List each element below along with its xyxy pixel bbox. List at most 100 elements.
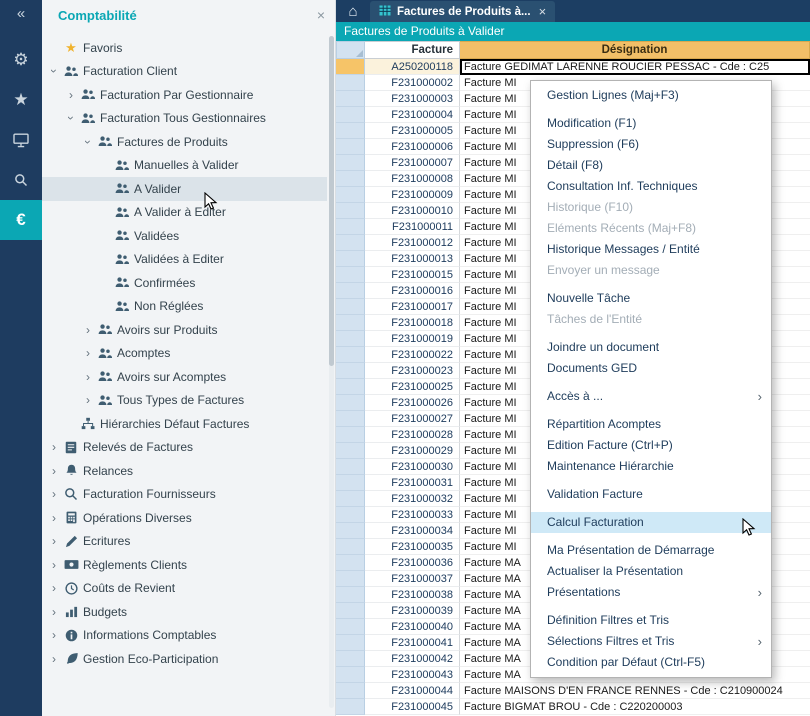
row-selector-cell[interactable] xyxy=(336,75,365,91)
menu-item-repartition-acomptes[interactable]: Répartition Acomptes xyxy=(531,414,771,435)
menu-item-calcul-facturation[interactable]: Calcul Facturation xyxy=(531,512,771,533)
menu-item-acces-a[interactable]: Accès à ...› xyxy=(531,386,771,407)
row-selector-cell[interactable] xyxy=(336,59,365,75)
search-icon[interactable] xyxy=(0,160,42,200)
row-selector-cell[interactable] xyxy=(336,91,365,107)
row-selector-cell[interactable] xyxy=(336,459,365,475)
row-selector-cell[interactable] xyxy=(336,219,365,235)
row-selector-cell[interactable] xyxy=(336,619,365,635)
scrollbar-thumb[interactable] xyxy=(329,36,334,366)
settings-icon[interactable]: ⚙ xyxy=(0,40,42,80)
sidebar-item-a-valider[interactable]: A Valider xyxy=(42,177,327,201)
sidebar-item-validees[interactable]: Validées xyxy=(42,224,327,248)
chevron-right-icon[interactable]: › xyxy=(80,393,96,407)
menu-item-validation-facture[interactable]: Validation Facture xyxy=(531,484,771,505)
sidebar-scrollbar[interactable] xyxy=(329,36,334,708)
chevron-right-icon[interactable]: › xyxy=(46,558,62,572)
row-selector-cell[interactable] xyxy=(336,315,365,331)
chevron-right-icon[interactable]: › xyxy=(46,511,62,525)
menu-item-modification-f1[interactable]: Modification (F1) xyxy=(531,113,771,134)
chevron-down-icon[interactable]: › xyxy=(47,63,61,79)
row-selector-cell[interactable] xyxy=(336,123,365,139)
table-row[interactable]: A250200118Facture GEDIMAT LARENNE ROUCIE… xyxy=(336,59,810,75)
sidebar-item-avoirs-sur-produits[interactable]: ›Avoirs sur Produits xyxy=(42,318,327,342)
menu-item-presentations[interactable]: Présentations› xyxy=(531,582,771,603)
chevron-right-icon[interactable]: › xyxy=(46,605,62,619)
menu-item-definition-filtres-et-tris[interactable]: Définition Filtres et Tris xyxy=(531,610,771,631)
row-selector-cell[interactable] xyxy=(336,651,365,667)
row-selector-cell[interactable] xyxy=(336,187,365,203)
menu-item-suppression-f6[interactable]: Suppression (F6) xyxy=(531,134,771,155)
menu-item-detail-f8[interactable]: Détail (F8) xyxy=(531,155,771,176)
chevron-down-icon[interactable]: › xyxy=(81,134,95,150)
row-selector-cell[interactable] xyxy=(336,571,365,587)
row-selector-cell[interactable] xyxy=(336,523,365,539)
sidebar-item-couts-de-revient[interactable]: ›Coûts de Revient xyxy=(42,577,327,601)
sidebar-item-releves-de-factures[interactable]: ›Relevés de Factures xyxy=(42,436,327,460)
sidebar-item-facturation-par-gestionnaire[interactable]: ›Facturation Par Gestionnaire xyxy=(42,83,327,107)
menu-item-actualiser-la-presentation[interactable]: Actualiser la Présentation xyxy=(531,561,771,582)
sidebar-close-button[interactable]: × xyxy=(317,8,325,22)
sidebar-item-a-valider-a-editer[interactable]: A Valider à Editer xyxy=(42,201,327,225)
accounting-module-icon[interactable]: € xyxy=(0,200,42,240)
menu-item-selections-filtres-et-tris[interactable]: Sélections Filtres et Tris› xyxy=(531,631,771,652)
row-selector-cell[interactable] xyxy=(336,155,365,171)
sidebar-item-favoris[interactable]: ★Favoris xyxy=(42,36,327,60)
sidebar-item-facturation-tous-gestionnaires[interactable]: ›Facturation Tous Gestionnaires xyxy=(42,107,327,131)
row-selector-cell[interactable] xyxy=(336,299,365,315)
menu-item-gestion-lignes-maj-f3[interactable]: Gestion Lignes (Maj+F3) xyxy=(531,85,771,106)
row-selector-cell[interactable] xyxy=(336,603,365,619)
chevron-right-icon[interactable]: › xyxy=(80,323,96,337)
row-selector-cell[interactable] xyxy=(336,203,365,219)
table-row[interactable]: F231000044Facture MAISONS D'EN FRANCE RE… xyxy=(336,683,810,699)
sidebar-item-avoirs-sur-acomptes[interactable]: ›Avoirs sur Acomptes xyxy=(42,365,327,389)
row-selector-cell[interactable] xyxy=(336,539,365,555)
chevron-right-icon[interactable]: › xyxy=(46,581,62,595)
column-header-facture[interactable]: Facture xyxy=(365,41,460,59)
row-selector-cell[interactable] xyxy=(336,363,365,379)
sidebar-item-factures-de-produits[interactable]: ›Factures de Produits xyxy=(42,130,327,154)
row-selector-cell[interactable] xyxy=(336,667,365,683)
sidebar-item-manuelles-a-valider[interactable]: Manuelles à Valider xyxy=(42,154,327,178)
chevron-right-icon[interactable]: › xyxy=(46,652,62,666)
row-selector-cell[interactable] xyxy=(336,683,365,699)
row-selector-cell[interactable] xyxy=(336,587,365,603)
menu-item-documents-ged[interactable]: Documents GED xyxy=(531,358,771,379)
home-button[interactable]: ⌂ xyxy=(340,0,366,22)
chevron-right-icon[interactable]: › xyxy=(46,487,62,501)
row-selector-cell[interactable] xyxy=(336,347,365,363)
chevron-down-icon[interactable]: › xyxy=(64,110,78,126)
menu-item-maintenance-hierarchie[interactable]: Maintenance Hiérarchie xyxy=(531,456,771,477)
sidebar-item-ecritures[interactable]: ›Ecritures xyxy=(42,530,327,554)
sidebar-item-non-reglees[interactable]: Non Réglées xyxy=(42,295,327,319)
chevron-right-icon[interactable]: › xyxy=(63,88,79,102)
select-all-header-cell[interactable] xyxy=(336,41,365,59)
row-selector-cell[interactable] xyxy=(336,427,365,443)
row-selector-cell[interactable] xyxy=(336,171,365,187)
sidebar-item-operations-diverses[interactable]: ›Opérations Diverses xyxy=(42,506,327,530)
table-row[interactable]: F231000045Facture BIGMAT BROU - Cde : C2… xyxy=(336,699,810,715)
row-selector-cell[interactable] xyxy=(336,331,365,347)
sidebar-item-validees-a-editer[interactable]: Validées à Editer xyxy=(42,248,327,272)
chevron-right-icon[interactable]: › xyxy=(80,346,96,360)
sidebar-item-reglements-clients[interactable]: ›Règlements Clients xyxy=(42,553,327,577)
row-selector-cell[interactable] xyxy=(336,235,365,251)
chevron-right-icon[interactable]: › xyxy=(46,628,62,642)
menu-item-historique-messages-entite[interactable]: Historique Messages / Entité xyxy=(531,239,771,260)
menu-item-edition-facture-ctrl-p[interactable]: Edition Facture (Ctrl+P) xyxy=(531,435,771,456)
row-selector-cell[interactable] xyxy=(336,443,365,459)
workstation-icon[interactable] xyxy=(0,120,42,160)
menu-item-nouvelle-tache[interactable]: Nouvelle Tâche xyxy=(531,288,771,309)
row-selector-cell[interactable] xyxy=(336,699,365,715)
menu-item-consultation-inf-techniques[interactable]: Consultation Inf. Techniques xyxy=(531,176,771,197)
menu-item-condition-par-defaut-ctrl-f5[interactable]: Condition par Défaut (Ctrl-F5) xyxy=(531,652,771,673)
menu-item-joindre-un-document[interactable]: Joindre un document xyxy=(531,337,771,358)
sidebar-item-relances[interactable]: ›Relances xyxy=(42,459,327,483)
row-selector-cell[interactable] xyxy=(336,267,365,283)
chevron-right-icon[interactable]: › xyxy=(46,464,62,478)
collapse-sidebar-icon[interactable]: « xyxy=(0,0,42,26)
row-selector-cell[interactable] xyxy=(336,475,365,491)
tab-factures-de-produits[interactable]: Factures de Produits à... × xyxy=(370,1,555,22)
sidebar-item-budgets[interactable]: ›Budgets xyxy=(42,600,327,624)
sidebar-item-hierarchies-defaut-factures[interactable]: Hiérarchies Défaut Factures xyxy=(42,412,327,436)
